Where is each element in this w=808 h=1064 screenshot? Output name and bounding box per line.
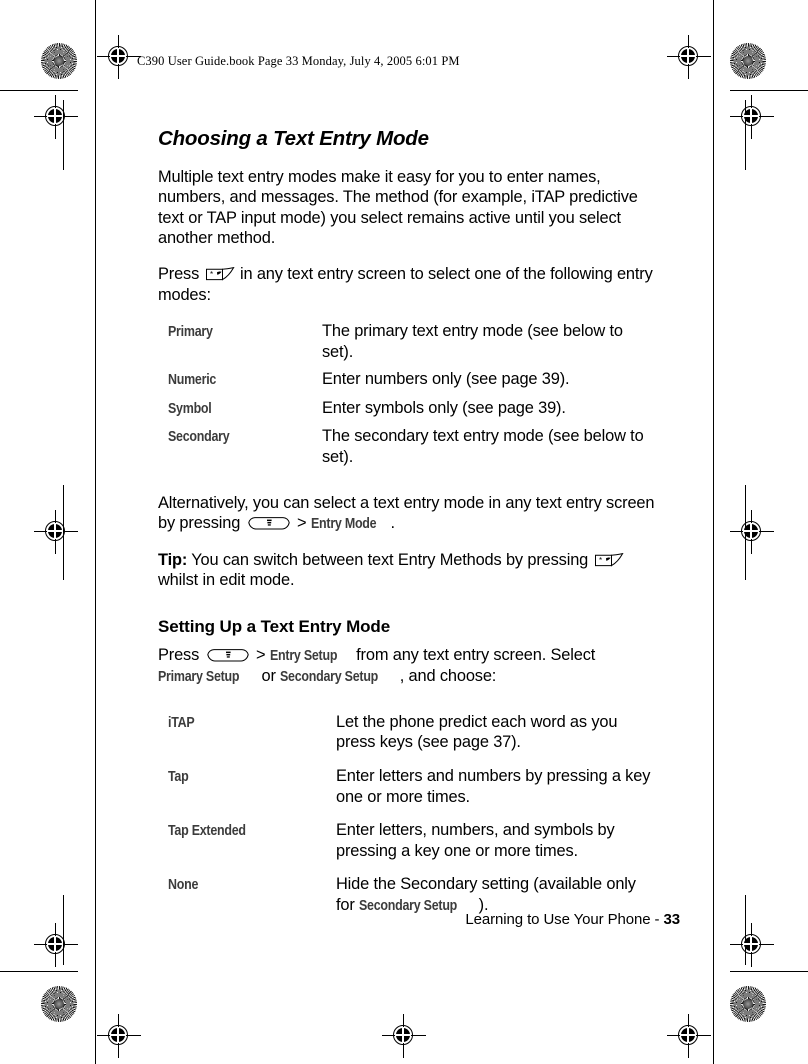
menu-item-secondary-setup: Secondary Setup	[280, 668, 379, 686]
option-desc-cell: Enter letters and numbers by pressing a …	[336, 766, 651, 806]
tip-paragraph: Tip: You can switch between text Entry M…	[158, 550, 658, 591]
mode-term: Symbol	[168, 399, 212, 417]
table-row: Tap Enter letters and numbers by pressin…	[158, 766, 658, 820]
mode-term: Numeric	[168, 371, 217, 389]
mode-term-cell: Numeric	[158, 369, 322, 398]
table-row: iTAP Let the phone predict each word as …	[158, 712, 658, 766]
table-row: Numeric Enter numbers only (see page 39)…	[158, 369, 658, 398]
setup-gt-text: >	[251, 645, 270, 664]
option-term: Tap	[168, 767, 189, 785]
menu-item-entry-setup: Entry Setup	[269, 646, 337, 664]
tip-label: Tip:	[158, 550, 188, 569]
setup-mid-text: from any text entry screen. Select	[351, 645, 596, 664]
option-desc-cell: Enter letters, numbers, and symbols by p…	[336, 821, 615, 860]
alt-prefix-text: Alternatively, you can select a text ent…	[158, 493, 655, 533]
setup-press-text: Press	[158, 645, 204, 664]
tip-text: You can switch between text Entry Method…	[187, 550, 593, 569]
mode-desc-cell: Enter symbols only (see page 39).	[322, 398, 566, 417]
setup-instruction-paragraph: Press > Entry Setup from any text entry …	[158, 645, 658, 688]
intro-paragraph: Multiple text entry modes make it easy f…	[158, 167, 638, 248]
table-row: Secondary The secondary text entry mode …	[158, 426, 658, 474]
press-instruction-paragraph: Press * in any text entry screen to sele…	[158, 264, 658, 305]
table-row: Symbol Enter symbols only (see page 39).	[158, 398, 658, 427]
document-page: C390 User Guide.book Page 33 Monday, Jul…	[0, 0, 808, 1064]
page-content: Choosing a Text Entry Mode Multiple text…	[158, 127, 658, 930]
setup-end-text: , and choose:	[399, 667, 497, 686]
mode-term-cell: Symbol	[158, 398, 322, 427]
option-desc-cell: Let the phone predict each word as you p…	[336, 712, 618, 752]
tip-tail-text: whilst in edit mode.	[158, 571, 295, 590]
entry-modes-table: Primary The primary text entry mode (see…	[158, 321, 658, 475]
menu-item-primary-setup: Primary Setup	[158, 668, 240, 686]
option-term: Tap Extended	[168, 822, 246, 840]
mode-term-cell: Primary	[158, 321, 322, 369]
mode-desc-cell: The primary text entry mode (see below t…	[322, 322, 623, 361]
page-footer: Learning to Use Your Phone - 33	[0, 911, 680, 928]
svg-text:*: *	[210, 270, 213, 279]
menu-item-entry-mode: Entry Mode	[310, 515, 377, 533]
book-header-stamp: C390 User Guide.book Page 33 Monday, Jul…	[137, 54, 460, 68]
star-key-icon: *	[594, 552, 624, 568]
menu-key-icon	[206, 648, 250, 663]
table-row: Tap Extended Enter letters, numbers, and…	[158, 820, 658, 874]
mode-desc-cell: Enter numbers only (see page 39).	[322, 370, 570, 389]
option-term-cell: Tap	[158, 766, 336, 820]
alt-period-text: .	[390, 514, 396, 533]
mode-term-cell: Secondary	[158, 426, 322, 474]
option-term-cell: iTAP	[158, 712, 336, 766]
option-term: None	[168, 876, 199, 894]
setup-or-text: or	[257, 667, 281, 686]
option-term-cell: Tap Extended	[158, 820, 336, 874]
menu-key-icon	[247, 516, 291, 531]
mode-desc-cell: The secondary text entry mode (see below…	[322, 427, 644, 467]
footer-label: Learning to Use Your Phone -	[465, 911, 664, 928]
page-title: Choosing a Text Entry Mode	[158, 127, 429, 150]
svg-text:*: *	[599, 556, 602, 565]
mode-term: Secondary	[168, 428, 230, 446]
star-key-icon: *	[205, 266, 235, 282]
table-row: Primary The primary text entry mode (see…	[158, 321, 658, 369]
mode-term: Primary	[168, 323, 213, 341]
option-term: iTAP	[168, 713, 195, 731]
alt-gt-text: >	[292, 514, 311, 533]
setup-section-title: Setting Up a Text Entry Mode	[158, 617, 391, 637]
footer-page-number: 33	[663, 911, 681, 928]
alternative-paragraph: Alternatively, you can select a text ent…	[158, 493, 658, 535]
press-prefix-text: Press	[158, 264, 204, 283]
setup-options-table: iTAP Let the phone predict each word as …	[158, 712, 658, 930]
